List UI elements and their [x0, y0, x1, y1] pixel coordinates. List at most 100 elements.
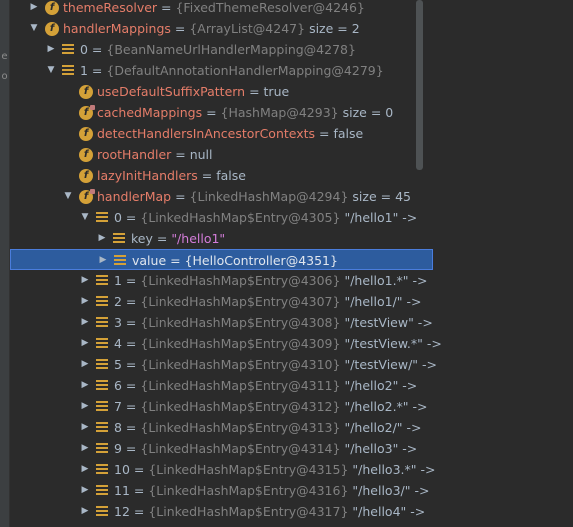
tree-row[interactable]: ▶ 4 = {LinkedHashMap$Entry@4309} "/testVi… [10, 333, 573, 354]
field-icon: f [79, 85, 93, 99]
row-text: 10 = {LinkedHashMap$Entry@4315} "/hello3… [114, 462, 436, 477]
expand-arrow-icon[interactable]: ▶ [79, 312, 91, 333]
variable-name: 12 [114, 504, 130, 519]
expand-arrow-icon[interactable]: ▶ [79, 417, 91, 438]
variable-value: false [216, 168, 246, 183]
collapse-arrow-icon[interactable]: ▼ [79, 207, 91, 228]
row-text: 3 = {LinkedHashMap$Entry@4308} "/testVie… [114, 315, 433, 330]
field-icon: f [45, 1, 59, 15]
expand-arrow-icon[interactable]: ▶ [79, 438, 91, 459]
tree-row[interactable]: f rootHandler = null [10, 144, 573, 165]
tree-row[interactable]: ▶ 5 = {LinkedHashMap$Entry@4310} "/testVi… [10, 354, 573, 375]
tree-row[interactable]: ▶ value = {HelloController@4351} [10, 249, 433, 270]
tree-row[interactable]: f useDefaultSuffixPattern = true [10, 81, 573, 102]
variable-type: {FixedThemeResolver@4246} [175, 0, 365, 15]
list-element-icon [96, 380, 108, 391]
variable-name: 7 [114, 399, 122, 414]
list-element-icon [96, 443, 108, 454]
variable-type: {LinkedHashMap$Entry@4314} [140, 441, 341, 456]
variable-type: {LinkedHashMap$Entry@4310} [140, 357, 341, 372]
tree-row[interactable]: f lazyInitHandlers = false [10, 165, 573, 186]
row-text: 12 = {LinkedHashMap$Entry@4317} "/hello4… [114, 504, 426, 519]
tree-row[interactable]: ▶ f themeResolver = {FixedThemeResolver@42… [10, 0, 573, 18]
collapse-arrow-icon[interactable]: ▼ [62, 186, 74, 207]
row-text: detectHandlersInAncestorContexts = false [97, 126, 364, 141]
variable-name: 11 [114, 483, 130, 498]
tree-row[interactable]: ▼ f handlerMappings = {ArrayList@4247} siz… [10, 18, 573, 39]
list-element-icon [114, 255, 126, 266]
variable-value: "/hello3/" -> [352, 483, 430, 498]
tree-row[interactable]: ▶ 0 = {BeanNameUrlHandlerMapping@4278} [10, 39, 573, 60]
tree-row[interactable]: ▶ 3 = {LinkedHashMap$Entry@4308} "/testVi… [10, 312, 573, 333]
expand-arrow-icon[interactable]: ▶ [79, 354, 91, 375]
variable-type: {ArrayList@4247} [189, 21, 306, 36]
field-icon: f [79, 169, 93, 183]
left-gutter: e o [0, 0, 10, 527]
variable-name: handlerMappings [63, 21, 171, 36]
tree-row[interactable]: f detectHandlersInAncestorContexts = fals… [10, 123, 573, 144]
tree-row[interactable]: ▶ 12 = {LinkedHashMap$Entry@4317} "/hello… [10, 501, 573, 522]
list-element-icon [62, 44, 74, 55]
tree-row[interactable]: ▶ 1 = {LinkedHashMap$Entry@4306} "/hello1… [10, 270, 573, 291]
variable-type: {LinkedHashMap$Entry@4305} [140, 210, 341, 225]
collapse-arrow-icon[interactable]: ▼ [45, 60, 57, 81]
row-text: themeResolver = {FixedThemeResolver@4246… [63, 0, 365, 15]
variable-name: themeResolver [63, 0, 158, 15]
expand-arrow-icon[interactable]: ▶ [97, 250, 109, 271]
debugger-variables-panel: e o ▶ f themeResolver = {FixedThemeResolve… [0, 0, 573, 527]
list-element-icon [96, 338, 108, 349]
variable-name: 9 [114, 441, 122, 456]
variable-name: rootHandler [97, 147, 172, 162]
row-text: 0 = {BeanNameUrlHandlerMapping@4278} [80, 42, 356, 57]
expand-arrow-icon[interactable]: ▶ [79, 396, 91, 417]
tree-row[interactable]: ▶ 8 = {LinkedHashMap$Entry@4313} "/hello2… [10, 417, 573, 438]
list-element-icon [96, 422, 108, 433]
expand-arrow-icon[interactable]: ▶ [45, 39, 57, 60]
expand-arrow-icon[interactable]: ▶ [79, 270, 91, 291]
final-field-icon: f [79, 105, 95, 120]
variable-type: {LinkedHashMap$Entry@4312} [140, 399, 341, 414]
variable-name: useDefaultSuffixPattern [97, 84, 246, 99]
expand-arrow-icon[interactable]: ▶ [79, 459, 91, 480]
vertical-scrollbar[interactable] [416, 0, 423, 170]
expand-arrow-icon[interactable]: ▶ [79, 501, 91, 522]
variable-name: cachedMappings [97, 105, 203, 120]
tree-row[interactable]: ▼ 1 = {DefaultAnnotationHandlerMapping@42… [10, 60, 573, 81]
expand-arrow-icon[interactable]: ▶ [79, 333, 91, 354]
variable-value: "/testView.*" -> [344, 336, 442, 351]
gutter-mark: e [1, 51, 8, 62]
tree-row[interactable]: f cachedMappings = {HashMap@4293} size = … [10, 102, 573, 123]
row-text: lazyInitHandlers = false [97, 168, 246, 183]
list-element-icon [113, 233, 125, 244]
tree-row[interactable]: ▶ 9 = {LinkedHashMap$Entry@4314} "/hello3… [10, 438, 573, 459]
tree-row[interactable]: ▶ 11 = {LinkedHashMap$Entry@4316} "/hello… [10, 480, 573, 501]
expand-arrow-icon[interactable]: ▶ [79, 291, 91, 312]
variable-type: {HashMap@4293} [220, 105, 339, 120]
variable-name: 4 [114, 336, 122, 351]
row-text: 2 = {LinkedHashMap$Entry@4307} "/hello1/… [114, 294, 422, 309]
variable-type: {LinkedHashMap$Entry@4317} [148, 504, 349, 519]
tree-row[interactable]: ▶ 2 = {LinkedHashMap$Entry@4307} "/hello1… [10, 291, 573, 312]
tree-row[interactable]: ▶ 7 = {LinkedHashMap$Entry@4312} "/hello2… [10, 396, 573, 417]
collapse-arrow-icon[interactable]: ▼ [28, 18, 40, 39]
tree-row[interactable]: ▶ 6 = {LinkedHashMap$Entry@4311} "/hello2… [10, 375, 573, 396]
expand-arrow-icon[interactable]: ▶ [79, 375, 91, 396]
variable-value: "/hello3" -> [344, 441, 418, 456]
tree-row[interactable]: ▶ 10 = {LinkedHashMap$Entry@4315} "/hello… [10, 459, 573, 480]
variable-type: {LinkedHashMap$Entry@4307} [140, 294, 341, 309]
expand-arrow-icon[interactable]: ▶ [79, 480, 91, 501]
expand-arrow-icon[interactable]: ▶ [96, 228, 108, 249]
variable-name: 1 [80, 63, 88, 78]
variable-name: value [132, 253, 167, 268]
row-text: 0 = {LinkedHashMap$Entry@4305} "/hello1"… [114, 210, 418, 225]
row-text: 9 = {LinkedHashMap$Entry@4314} "/hello3"… [114, 441, 418, 456]
variable-value: "/testView/" -> [344, 357, 438, 372]
variable-value: true [263, 84, 290, 99]
tree-row[interactable]: ▼ 0 = {LinkedHashMap$Entry@4305} "/hello1… [10, 207, 573, 228]
variable-name: 5 [114, 357, 122, 372]
expand-arrow-icon[interactable]: ▶ [28, 0, 40, 18]
variable-value: size = 45 [352, 189, 411, 204]
row-text: 6 = {LinkedHashMap$Entry@4311} "/hello2"… [114, 378, 418, 393]
tree-row[interactable]: ▼ f handlerMap = {LinkedHashMap@4294} size… [10, 186, 573, 207]
tree-row[interactable]: ▶ key = "/hello1" [10, 228, 573, 249]
